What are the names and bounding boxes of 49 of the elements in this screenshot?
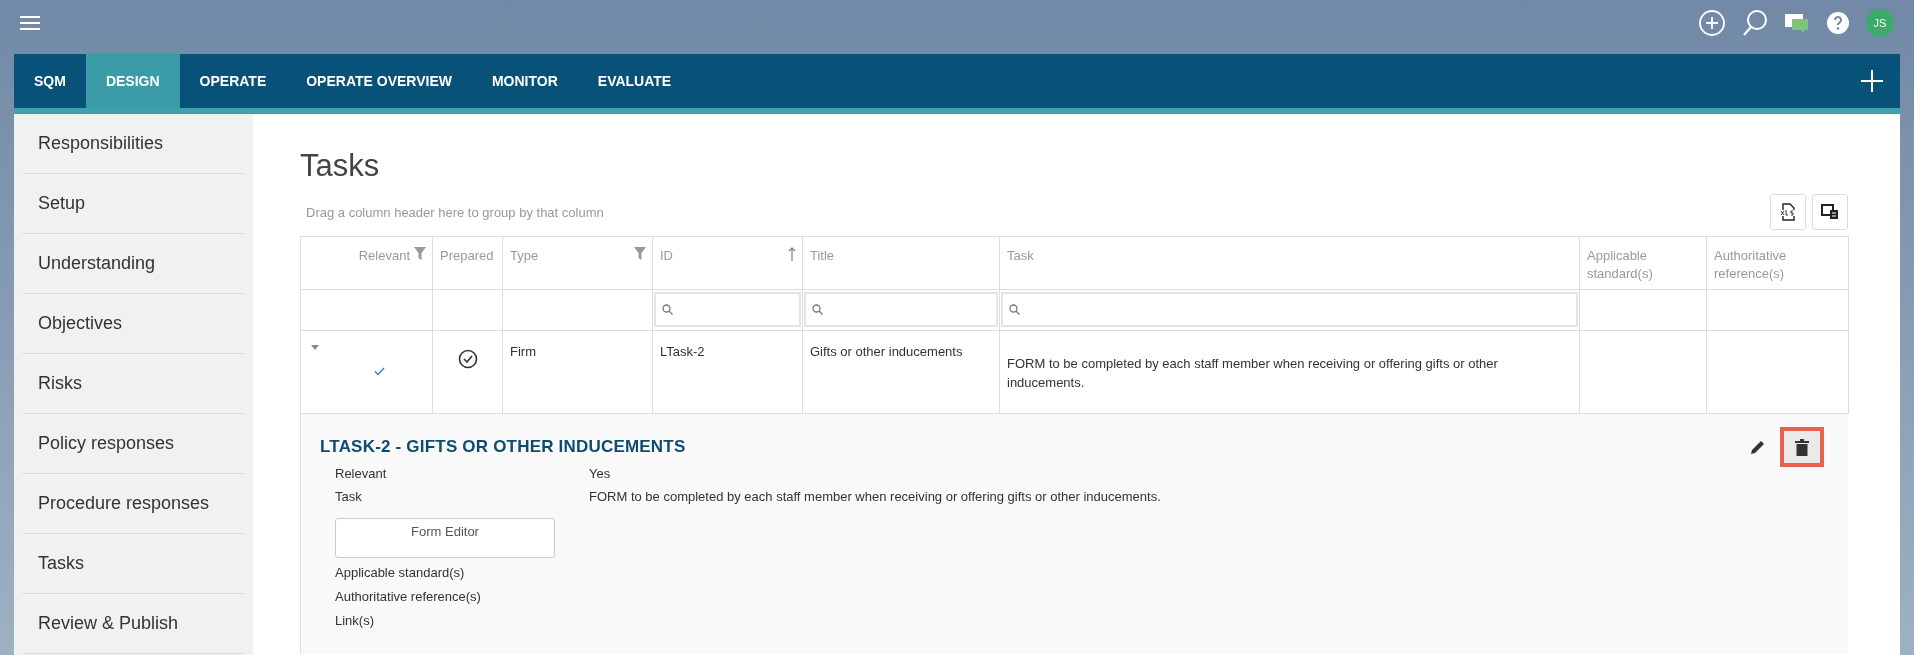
columns-button[interactable] <box>1812 194 1848 230</box>
export-button[interactable] <box>1770 194 1806 230</box>
filter-icon[interactable] <box>414 247 426 260</box>
sidebar-item[interactable]: Procedure responses <box>22 474 245 534</box>
trash-icon <box>1795 438 1809 456</box>
group-hint: Drag a column header here to group by that column <box>305 204 604 220</box>
nav-tab[interactable]: SQM <box>14 54 86 108</box>
field-value: FORM to be completed by each staff member when receiving or offering gifts or other inducements. <box>589 489 1162 504</box>
search-icon <box>1009 304 1020 315</box>
add-icon[interactable] <box>1860 69 1884 93</box>
nav-tab[interactable]: MONITOR <box>471 54 578 108</box>
field-label: Link(s) <box>334 611 375 630</box>
table-cell: Firm <box>510 344 536 359</box>
sidebar-item[interactable]: Risks <box>22 354 245 414</box>
menu-icon[interactable] <box>20 16 40 30</box>
detail-heading: LTASK-2 - GIFTS OR OTHER INDUCEMENTS <box>320 437 686 457</box>
chat-icon[interactable] <box>1784 11 1810 35</box>
sidebar-item[interactable]: Review & Publish <box>22 594 245 654</box>
pencil-icon[interactable] <box>1750 439 1766 455</box>
search-icon <box>662 304 673 315</box>
nav-tab[interactable]: OPERATE OVERVIEW <box>286 54 472 108</box>
field-label: Applicable standard(s) <box>334 563 466 582</box>
page-title: Tasks <box>300 148 381 185</box>
sidebar-item[interactable]: Policy responses <box>22 414 245 474</box>
help-icon[interactable] <box>1826 11 1850 35</box>
form-editor-button[interactable]: Form Editor <box>335 518 555 558</box>
panels-icon <box>1821 204 1839 220</box>
nav-tab[interactable]: EVALUATE <box>577 54 692 108</box>
table-cell: FORM to be completed by each staff member when receiving or offering gifts or other inducements. <box>1007 356 1498 390</box>
search-icon[interactable] <box>1742 9 1768 37</box>
sidebar-item[interactable]: Tasks <box>22 534 245 594</box>
sidebar-item[interactable]: Setup <box>22 174 245 234</box>
filter-icon[interactable] <box>634 247 646 260</box>
table-cell: Gifts or other inducements <box>810 344 963 359</box>
sort-up-icon[interactable] <box>788 247 796 261</box>
search-icon <box>812 304 823 315</box>
field-label: Authoritative reference(s) <box>334 587 482 606</box>
caret-icon[interactable] <box>311 345 319 350</box>
sidebar-item[interactable]: Objectives <box>22 294 245 354</box>
field-value: Yes <box>589 466 612 481</box>
sidebar-item[interactable]: Responsibilities <box>22 114 245 174</box>
sidebar-item[interactable]: Understanding <box>22 234 245 294</box>
nav-tab[interactable]: OPERATE <box>179 54 287 108</box>
field-label: Task <box>335 489 363 504</box>
table-cell: LTask-2 <box>660 344 705 359</box>
field-label: Relevant <box>335 466 388 481</box>
add-circle-icon[interactable] <box>1698 9 1726 37</box>
delete-button[interactable] <box>1780 427 1824 467</box>
xlsx-file-icon <box>1780 203 1796 221</box>
